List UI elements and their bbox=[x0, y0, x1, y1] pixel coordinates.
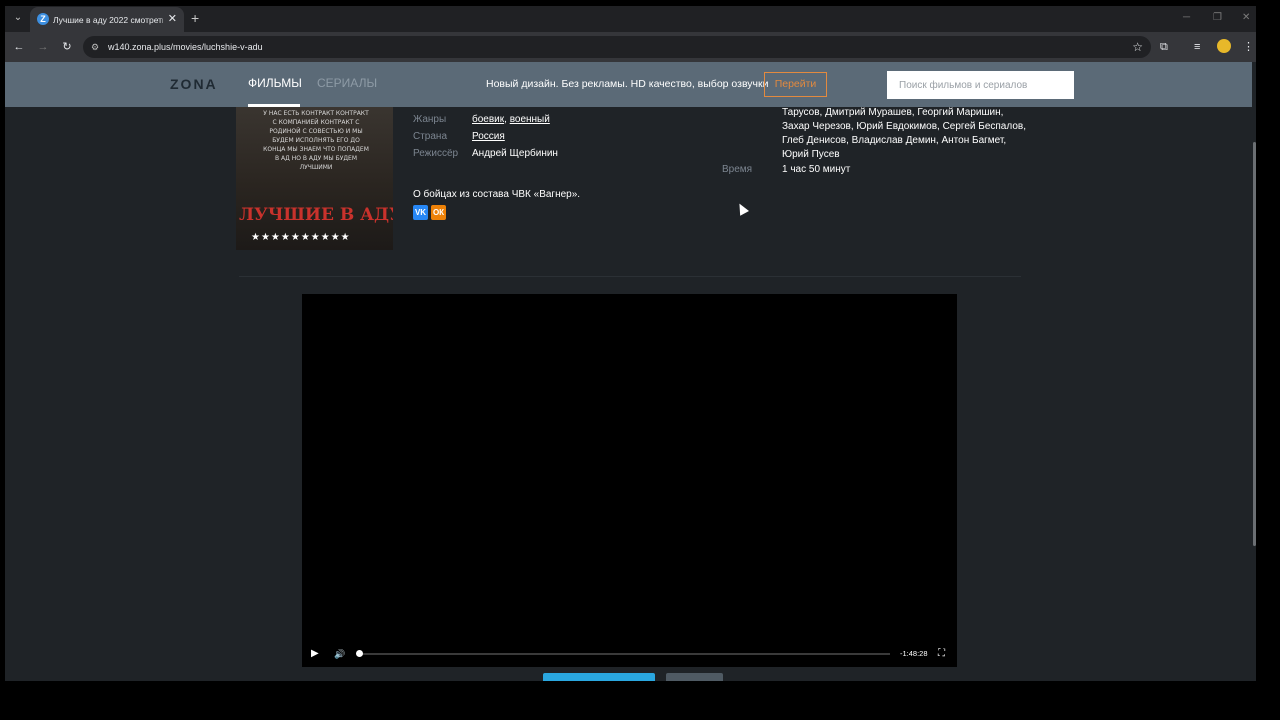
country-label: Страна bbox=[413, 131, 448, 142]
new-tab-icon[interactable]: + bbox=[191, 9, 199, 27]
profile-avatar[interactable] bbox=[1217, 39, 1231, 53]
browser-tab[interactable]: Z Лучшие в аду 2022 смотреть онлайн ✕ bbox=[30, 7, 184, 32]
secondary-action-button[interactable] bbox=[666, 673, 723, 681]
genre-link[interactable]: боевик bbox=[472, 114, 504, 125]
menu-kebab-icon[interactable]: ⋮ bbox=[1243, 39, 1254, 55]
video-player[interactable]: ▶ 🔊 -1:48:28 ⛶ bbox=[302, 294, 957, 667]
tab-search-chevron-icon[interactable]: ⌄ bbox=[11, 11, 25, 25]
ok-share-icon[interactable]: ОК bbox=[431, 205, 446, 220]
site-header: ZONA ФИЛЬМЫ СЕРИАЛЫ Новый дизайн. Без ре… bbox=[5, 62, 1252, 107]
divider bbox=[239, 276, 1021, 277]
scroll-thumb[interactable] bbox=[1253, 142, 1256, 546]
page-scrollbar[interactable] bbox=[1252, 62, 1256, 681]
zona-favicon-icon: Z bbox=[37, 13, 49, 25]
poster-title: ЛУЧШИЕ В АДУ bbox=[239, 205, 393, 225]
search-input[interactable] bbox=[887, 71, 1074, 99]
volume-icon[interactable]: 🔊 bbox=[334, 648, 345, 660]
cast-list: Тарусов, Дмитрий Мурашев, Георгий Мариши… bbox=[782, 107, 1026, 160]
nav-series[interactable]: СЕРИАЛЫ bbox=[317, 76, 377, 90]
director-value: Андрей Щербинин bbox=[472, 148, 558, 159]
progress-bar[interactable] bbox=[359, 653, 890, 655]
reload-icon[interactable]: ↻ bbox=[60, 39, 74, 55]
browser-window: ⌄ Z Лучшие в аду 2022 смотреть онлайн ✕ … bbox=[5, 6, 1256, 681]
close-window-icon[interactable]: ✕ bbox=[1242, 11, 1250, 25]
play-icon[interactable]: ▶ bbox=[311, 648, 319, 660]
duration-value: 1 час 50 минут bbox=[782, 164, 851, 175]
zona-logo[interactable]: ZONA bbox=[170, 76, 218, 92]
poster-stars: ★★★★★★★★★★ bbox=[251, 232, 351, 243]
genres-label: Жанры bbox=[413, 114, 447, 125]
primary-action-button[interactable] bbox=[543, 673, 655, 681]
reading-list-icon[interactable]: ≡ bbox=[1194, 39, 1200, 55]
mouse-cursor bbox=[735, 201, 749, 216]
country-link[interactable]: Россия bbox=[472, 131, 505, 142]
site-info-icon[interactable]: ⚙ bbox=[91, 40, 99, 54]
tab-title: Лучшие в аду 2022 смотреть онлайн bbox=[53, 15, 163, 25]
restore-icon[interactable]: ❐ bbox=[1213, 11, 1222, 25]
director-label: Режиссёр bbox=[413, 148, 459, 159]
fullscreen-icon[interactable]: ⛶ bbox=[938, 648, 945, 660]
nav-films[interactable]: ФИЛЬМЫ bbox=[248, 76, 302, 90]
address-bar[interactable]: ⚙ w140.zona.plus/movies/luchshie-v-adu ☆ bbox=[83, 36, 1151, 58]
time-remaining: -1:48:28 bbox=[900, 649, 928, 658]
promo-text: Новый дизайн. Без рекламы. HD качество, … bbox=[486, 78, 769, 90]
bookmark-star-icon[interactable]: ☆ bbox=[1132, 39, 1143, 55]
minimize-icon[interactable]: ─ bbox=[1183, 11, 1190, 25]
url-text[interactable]: w140.zona.plus/movies/luchshie-v-adu bbox=[108, 40, 263, 54]
movie-description: О бойцах из состава ЧВК «Вагнер». bbox=[413, 189, 581, 200]
vk-share-icon[interactable]: VK bbox=[413, 205, 428, 220]
genre-link[interactable]: военный bbox=[510, 114, 550, 125]
forward-icon[interactable]: → bbox=[36, 39, 50, 55]
promo-go-button[interactable]: Перейти bbox=[764, 72, 827, 97]
duration-label: Время bbox=[722, 164, 753, 175]
genres-value: боевик, военный bbox=[472, 114, 550, 125]
browser-toolbar: ← → ↻ ⚙ w140.zona.plus/movies/luchshie-v… bbox=[5, 32, 1256, 62]
movie-poster: У НАС ЕСТЬ КОНТРАКТ КОНТРАКТ С КОМПАНИЕЙ… bbox=[236, 107, 393, 250]
progress-knob[interactable] bbox=[356, 650, 363, 657]
tab-strip: ⌄ Z Лучшие в аду 2022 смотреть онлайн ✕ … bbox=[5, 6, 1256, 32]
extensions-icon[interactable]: ⧉ bbox=[1160, 39, 1168, 55]
active-nav-indicator bbox=[248, 104, 300, 107]
page-viewport: У НАС ЕСТЬ КОНТРАКТ КОНТРАКТ С КОМПАНИЕЙ… bbox=[5, 62, 1256, 681]
tab-close-icon[interactable]: ✕ bbox=[168, 12, 177, 26]
back-icon[interactable]: ← bbox=[12, 39, 26, 55]
poster-tagline: У НАС ЕСТЬ КОНТРАКТ КОНТРАКТ С КОМПАНИЕЙ… bbox=[263, 110, 369, 171]
